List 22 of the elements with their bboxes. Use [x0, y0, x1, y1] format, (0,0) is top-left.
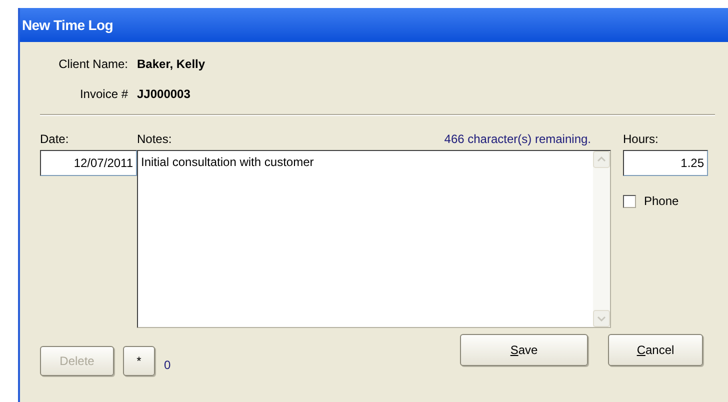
- scroll-up-icon[interactable]: [593, 151, 610, 168]
- hours-label: Hours:: [623, 131, 660, 146]
- record-count: 0: [164, 357, 171, 374]
- invoice-value: JJ000003: [137, 86, 190, 103]
- window-title: New Time Log: [22, 16, 114, 35]
- notes-field[interactable]: Initial consultation with customer: [137, 150, 611, 328]
- scrollbar[interactable]: [593, 151, 610, 327]
- notes-label: Notes:: [137, 131, 172, 146]
- phone-label: Phone: [644, 193, 679, 210]
- cancel-button[interactable]: Cancel: [608, 334, 703, 366]
- phone-checkbox[interactable]: [623, 194, 636, 208]
- new-record-button[interactable]: *: [123, 346, 155, 376]
- date-label: Date:: [40, 131, 70, 146]
- hours-field[interactable]: 1.25: [623, 150, 708, 176]
- save-button[interactable]: Save: [460, 334, 588, 366]
- client-name-label: Client Name:: [58, 56, 128, 73]
- invoice-label: Invoice #: [78, 86, 128, 103]
- characters-remaining: 466 character(s) remaining.: [444, 131, 591, 146]
- scroll-down-icon[interactable]: [593, 310, 610, 327]
- date-field[interactable]: 12/07/2011: [40, 150, 137, 176]
- client-name-value: Baker, Kelly: [137, 56, 206, 73]
- notes-text: Initial consultation with customer: [140, 154, 315, 171]
